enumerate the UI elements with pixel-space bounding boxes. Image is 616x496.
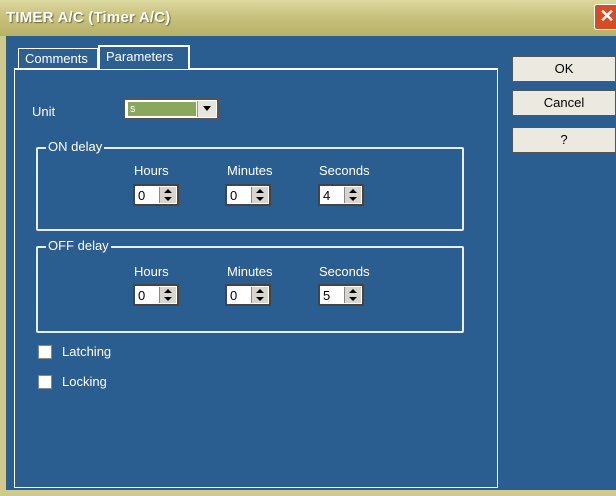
on-seconds-spinner[interactable]: 4 — [318, 184, 364, 206]
latching-checkbox[interactable] — [38, 345, 52, 359]
on-minutes-spinner[interactable]: 0 — [225, 184, 271, 206]
help-button[interactable]: ? — [512, 127, 616, 153]
off-minutes-spinner[interactable]: 0 — [225, 284, 271, 306]
off-minutes-value: 0 — [230, 288, 238, 303]
ok-button[interactable]: OK — [512, 56, 616, 82]
spinner-arrows-icon[interactable] — [251, 287, 268, 303]
on-minutes-label: Minutes — [227, 163, 273, 178]
locking-label: Locking — [62, 374, 107, 389]
latching-label: Latching — [62, 344, 112, 359]
chevron-down-icon[interactable] — [197, 101, 216, 117]
unit-dropdown-value: s — [128, 102, 196, 116]
off-seconds-label: Seconds — [319, 264, 370, 279]
on-hours-value: 0 — [138, 188, 146, 203]
on-hours-spinner[interactable]: 0 — [133, 184, 179, 206]
spinner-arrows-icon[interactable] — [251, 187, 268, 203]
off-hours-label: Hours — [134, 264, 169, 279]
on-minutes-value: 0 — [230, 188, 238, 203]
close-icon: ✕ — [599, 6, 615, 26]
cancel-button[interactable]: Cancel — [512, 90, 616, 116]
close-button[interactable]: ✕ — [594, 4, 616, 30]
spinner-arrows-icon[interactable] — [344, 187, 361, 203]
tab-parameters[interactable]: Parameters — [98, 45, 190, 69]
off-seconds-spinner[interactable]: 5 — [318, 284, 364, 306]
spinner-arrows-icon[interactable] — [159, 287, 176, 303]
on-hours-label: Hours — [134, 163, 169, 178]
off-seconds-value: 5 — [323, 288, 331, 303]
unit-dropdown[interactable]: s — [123, 98, 219, 120]
title-bar[interactable]: TIMER A/C (Timer A/C) ✕ — [0, 0, 616, 37]
locking-checkbox[interactable] — [38, 375, 52, 389]
off-hours-value: 0 — [138, 288, 146, 303]
on-delay-legend: ON delay — [46, 139, 105, 154]
on-seconds-value: 4 — [323, 188, 331, 203]
window-border-bottom — [0, 490, 616, 496]
spinner-arrows-icon[interactable] — [159, 187, 176, 203]
tab-comments[interactable]: Comments — [18, 48, 98, 68]
off-minutes-label: Minutes — [227, 264, 273, 279]
on-seconds-label: Seconds — [319, 163, 370, 178]
off-delay-legend: OFF delay — [46, 238, 111, 253]
off-hours-spinner[interactable]: 0 — [133, 284, 179, 306]
unit-label: Unit — [32, 104, 56, 119]
spinner-arrows-icon[interactable] — [344, 287, 361, 303]
window-border-left — [0, 36, 6, 496]
window-title: TIMER A/C (Timer A/C) — [6, 9, 171, 26]
